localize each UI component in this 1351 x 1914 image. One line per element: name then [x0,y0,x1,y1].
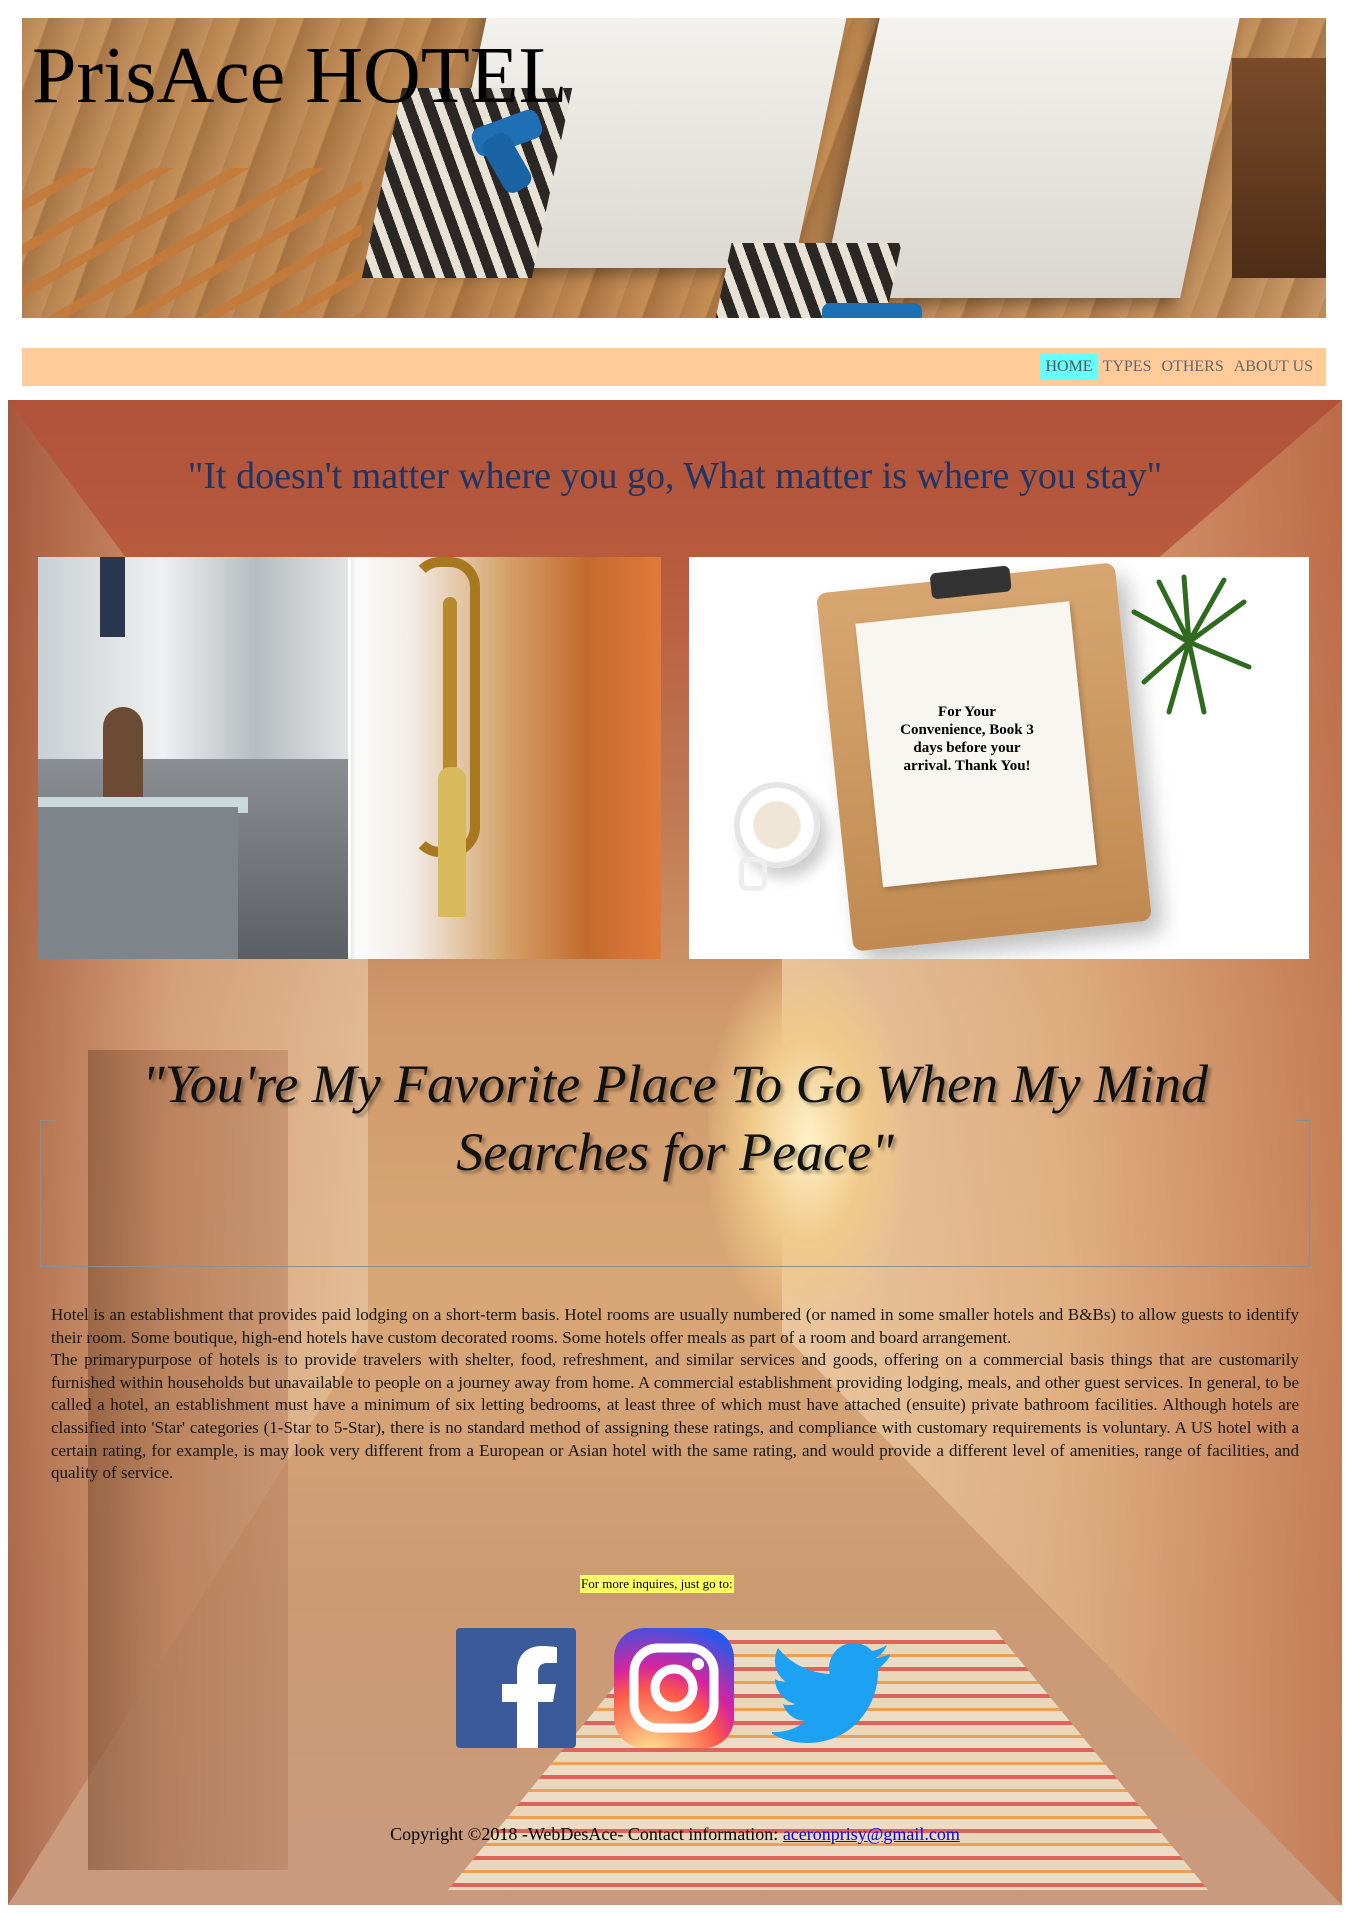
receptionist [103,707,143,807]
tagline-quote: "It doesn't matter where you go, What ma… [187,455,1163,497]
footer: Copyright ©2018 -WebDesAce- Contact info… [8,1824,1342,1845]
about-paragraph: The primarypurpose of hotels is to provi… [51,1350,1299,1483]
plant-icon [1131,574,1252,715]
coffee-cup [734,782,820,868]
favorite-place-quote: "You're My Favorite Place To Go When My … [141,1054,1209,1182]
lobby-key-image [38,557,661,959]
copyright-text: Copyright ©2018 -WebDesAce- Contact info… [390,1824,783,1844]
key-tag [438,767,466,917]
nav-item-about-us[interactable]: ABOUT US [1229,354,1318,380]
site-title: PrisAce HOTEL [32,32,568,120]
lobby-screen [100,557,125,637]
about-paragraph: Hotel is an establishment that provides … [51,1305,1299,1347]
contact-email-link[interactable]: aceronprisy@gmail.com [783,1824,960,1844]
twitter-logo [769,1643,890,1743]
booking-note: For Your Convenience, Book 3 days before… [900,704,1034,774]
reception-desk [38,807,238,959]
nav-item-home[interactable]: HOME [1040,354,1098,380]
coffee-cup-handle [739,857,767,891]
about-text: Hotel is an establishment that provides … [51,1304,1299,1485]
instagram-logo [629,1643,719,1733]
banner-stair-rail [22,168,362,318]
facebook-icon[interactable] [456,1628,576,1748]
nav-item-types[interactable]: TYPES [1098,354,1157,380]
twitter-icon[interactable] [769,1628,892,1748]
nav-bar: HOME TYPES OTHERS ABOUT US [22,348,1326,386]
clipboard-clip [929,565,1012,600]
banner-nightstand [1232,58,1326,278]
inquire-text: For more inquires, just go to: [580,1575,734,1593]
image-divider [348,557,351,959]
booking-note-image: For Your Convenience, Book 3 days before… [689,557,1309,959]
banner-towel [822,303,922,318]
facebook-logo [502,1646,557,1748]
nav-menu: HOME TYPES OTHERS ABOUT US [1040,354,1318,380]
main-section: "It doesn't matter where you go, What ma… [8,400,1342,1905]
instagram-icon[interactable] [614,1628,734,1748]
nav-item-others[interactable]: OTHERS [1156,354,1228,380]
